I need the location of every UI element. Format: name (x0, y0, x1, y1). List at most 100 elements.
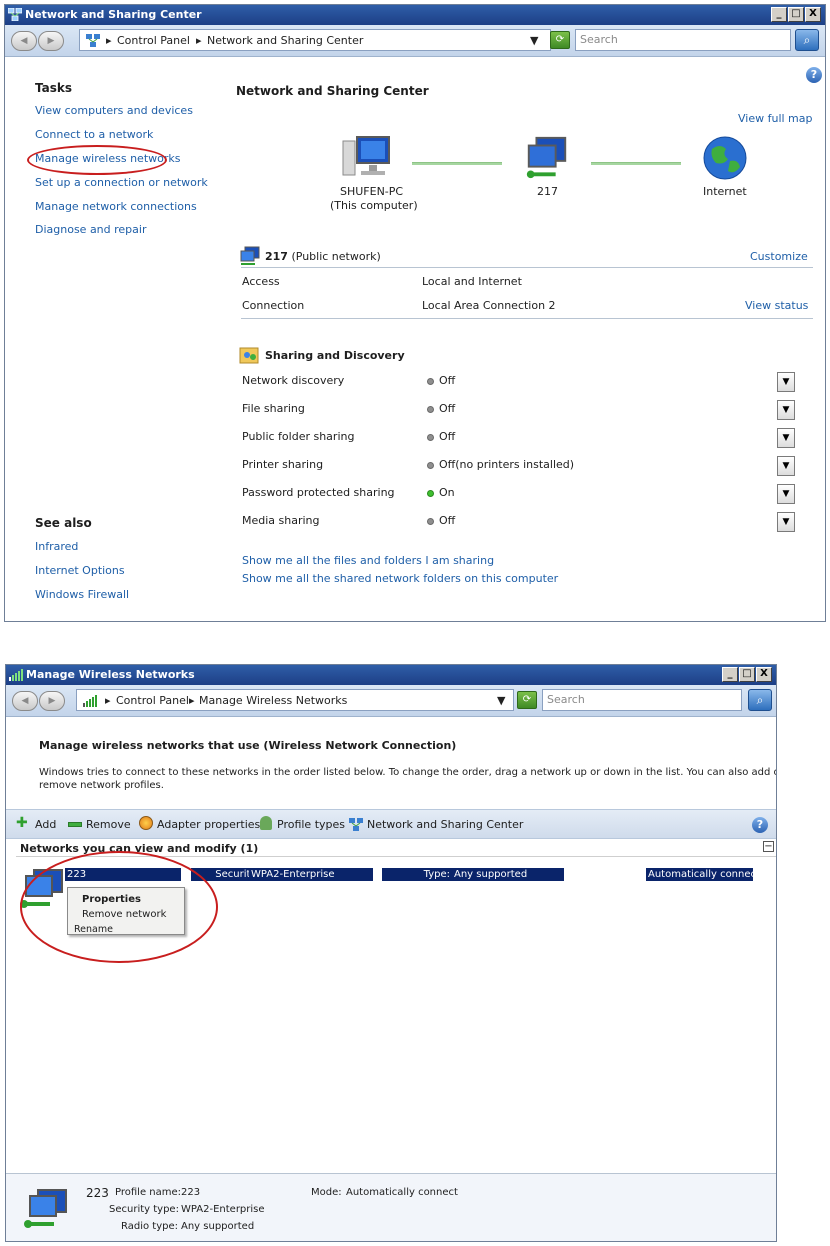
sharing-value-public-folder: Off (427, 430, 455, 443)
see-also-heading: See also (35, 516, 92, 530)
annotation-circle (27, 145, 167, 175)
task-manage-connections[interactable]: Manage network connections (35, 200, 197, 213)
status-dot-icon (427, 405, 434, 413)
status-dot-icon (427, 377, 434, 385)
help-icon[interactable]: ? (752, 817, 768, 833)
sharing-value-network-discovery: Off (427, 374, 455, 387)
sharing-label-file-sharing: File sharing (242, 402, 305, 415)
minimize-button[interactable]: _ (771, 7, 787, 22)
task-diagnose-repair[interactable]: Diagnose and repair (35, 223, 147, 236)
map-network-name: 217 (537, 185, 558, 198)
network-icon (349, 818, 363, 831)
add-button[interactable]: Add (35, 818, 56, 831)
customize-link[interactable]: Customize (750, 250, 808, 263)
breadcrumb-control-panel[interactable]: Control Panel (116, 694, 189, 707)
back-button[interactable]: ◀ (11, 31, 37, 51)
profile-types-button[interactable]: Profile types (277, 818, 345, 831)
wireless-signal-icon (9, 669, 23, 681)
network-name: 217 (Public network) (265, 250, 381, 263)
expand-media-button[interactable]: ▼ (777, 512, 795, 532)
breadcrumb-current[interactable]: Network and Sharing Center (207, 34, 363, 47)
details-pane: 223 Profile name: 223 Mode: Automaticall… (6, 1173, 776, 1241)
sharing-label-network-discovery: Network discovery (242, 374, 345, 387)
tasks-heading: Tasks (35, 81, 73, 95)
mode-value: Automatically connect (346, 1187, 458, 1198)
network-icon (8, 8, 22, 21)
computer-icon (342, 136, 390, 176)
profile-name-label: Profile name: (115, 1187, 182, 1198)
see-also-windows-firewall[interactable]: Windows Firewall (35, 588, 129, 601)
breadcrumb-control-panel[interactable]: Control Panel (117, 34, 190, 47)
show-shared-folders-link[interactable]: Show me all the shared network folders o… (242, 572, 558, 585)
refresh-button[interactable]: ⟳ (550, 31, 570, 49)
expand-file-sharing-button[interactable]: ▼ (777, 400, 795, 420)
network-icon (240, 246, 260, 265)
search-button[interactable]: ⌕ (748, 689, 772, 711)
profile-name-value: 223 (181, 1187, 201, 1198)
connection-label: Connection (242, 299, 305, 312)
divider (241, 318, 813, 319)
minimize-button[interactable]: _ (722, 667, 738, 682)
back-button[interactable]: ◀ (12, 691, 38, 711)
chevron-down-icon[interactable]: ▼ (530, 34, 538, 47)
task-setup-connection[interactable]: Set up a connection or network (35, 176, 208, 189)
expand-public-folder-button[interactable]: ▼ (777, 428, 795, 448)
help-icon[interactable]: ? (806, 67, 822, 83)
see-also-internet-options[interactable]: Internet Options (35, 564, 125, 577)
show-shared-files-link[interactable]: Show me all the files and folders I am s… (242, 554, 494, 567)
refresh-button[interactable]: ⟳ (517, 691, 537, 709)
task-view-computers[interactable]: View computers and devices (35, 104, 193, 117)
network-icon (86, 34, 100, 47)
close-button[interactable]: X (756, 667, 772, 682)
search-input[interactable]: Search (575, 29, 791, 51)
remove-button[interactable]: Remove (86, 818, 131, 831)
maximize-button[interactable]: □ (788, 7, 804, 22)
expand-password-button[interactable]: ▼ (777, 484, 795, 504)
mode-cell[interactable]: Automatically connect (646, 868, 760, 881)
status-dot-icon (427, 517, 434, 525)
sharing-label-printer: Printer sharing (242, 458, 324, 471)
network-icon (526, 136, 567, 179)
breadcrumb-current[interactable]: Manage Wireless Networks (199, 694, 347, 707)
sharing-icon (239, 347, 259, 364)
sharing-heading: Sharing and Discovery (265, 349, 405, 362)
radio-type-value: Any supported (181, 1221, 255, 1232)
maximize-button[interactable]: □ (739, 667, 755, 682)
sharing-label-public-folder: Public folder sharing (242, 430, 355, 443)
map-pc-name: SHUFEN-PC (340, 185, 404, 198)
view-full-map-link[interactable]: View full map (738, 112, 813, 125)
status-text: On (439, 486, 455, 499)
expand-network-discovery-button[interactable]: ▼ (777, 372, 795, 392)
task-connect-network[interactable]: Connect to a network (35, 128, 153, 141)
remove-icon (68, 822, 82, 827)
adapter-properties-button[interactable]: Adapter properties (157, 818, 260, 831)
radio-type-label: Radio type: (121, 1221, 178, 1232)
forward-button[interactable]: ▶ (38, 31, 64, 51)
search-input[interactable]: Search (542, 689, 742, 711)
network-sharing-center-button[interactable]: Network and Sharing Center (367, 818, 523, 831)
security-type-label: Security type: (109, 1204, 179, 1215)
search-button[interactable]: ⌕ (795, 29, 819, 51)
type-value-cell[interactable]: Any supported (452, 868, 564, 881)
collapse-group-button[interactable]: − (763, 841, 774, 852)
see-also-infrared[interactable]: Infrared (35, 540, 78, 553)
breadcrumb[interactable]: ▸ Control Panel ▸ Network and Sharing Ce… (79, 29, 551, 51)
sharing-label-media: Media sharing (242, 514, 320, 527)
view-status-link[interactable]: View status (745, 299, 808, 312)
annotation-circle (20, 851, 218, 963)
status-text: Off(no printers installed) (439, 458, 575, 471)
chevron-down-icon[interactable]: ▼ (497, 694, 505, 707)
access-label: Access (242, 275, 280, 288)
forward-button[interactable]: ▶ (39, 691, 65, 711)
map-pc-sub: (This computer) (330, 199, 418, 212)
breadcrumb[interactable]: ▸ Control Panel ▸ Manage Wireless Networ… (76, 689, 514, 711)
details-network-name: 223 (86, 1186, 109, 1200)
close-button[interactable]: X (805, 7, 821, 22)
breadcrumb-separator: ▸ (189, 694, 195, 707)
sharing-value-media: Off (427, 514, 455, 527)
status-dot-icon (427, 433, 434, 441)
type-label-cell[interactable]: Type: (382, 868, 452, 881)
globe-icon (703, 136, 747, 180)
expand-printer-button[interactable]: ▼ (777, 456, 795, 476)
security-value-cell[interactable]: WPA2-Enterprise (249, 868, 373, 881)
